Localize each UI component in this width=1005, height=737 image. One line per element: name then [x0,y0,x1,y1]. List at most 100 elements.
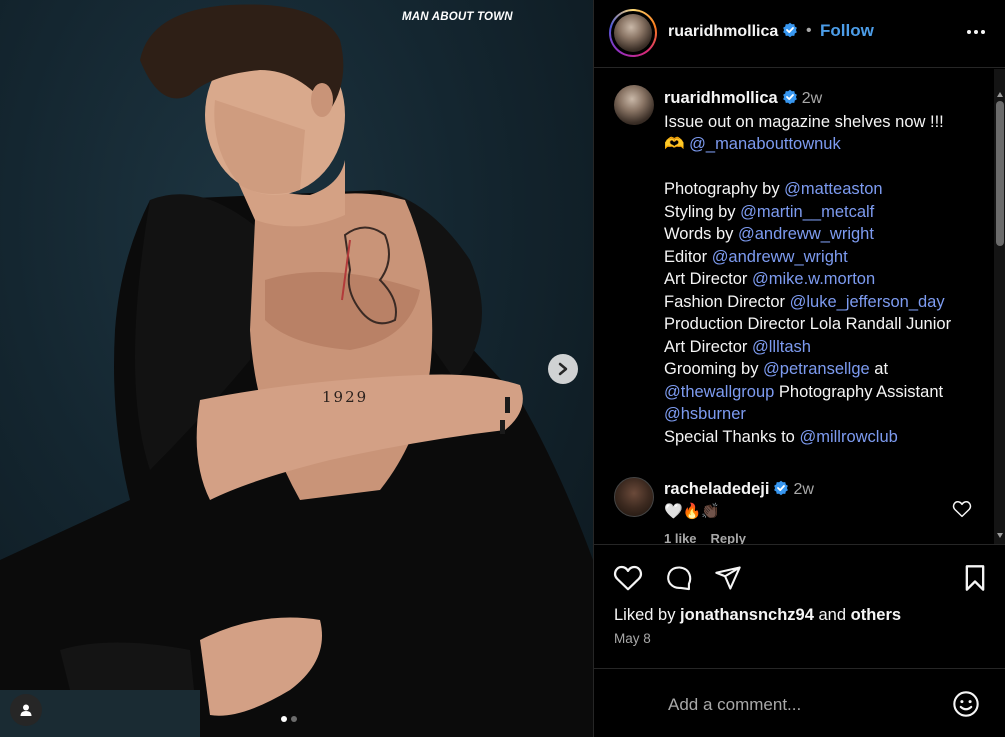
heart-icon [952,501,972,518]
caption-mention-link[interactable]: @millrowclub [799,428,897,446]
more-horizontal-icon [967,30,985,34]
caption-text: Art Director [664,270,753,288]
caption-line [664,156,984,179]
caption-mention-link[interactable]: @hsburner [664,405,746,423]
more-options-button[interactable] [965,22,987,47]
comment-bubble-icon [667,566,692,591]
next-photo-button[interactable] [548,354,578,384]
chest-tattoo-text: 1929 [322,388,369,406]
post-action-bar [594,560,1005,600]
add-comment-bar [594,668,1005,737]
caption-text: Production Director Lola Randall Junior [664,315,952,333]
tagged-users-button[interactable] [10,694,42,726]
comment: racheladedeji 2w 🤍🔥👏🏿 [664,478,814,523]
carousel-dot [291,716,297,722]
caption-mention-link[interactable]: @andreww_wright [738,225,874,243]
comment-text: 🤍🔥👏🏿 [664,503,721,520]
post-date[interactable]: May 8 [614,631,651,646]
caption-mention-link[interactable]: @_manabouttownuk [689,135,841,153]
emoji-button[interactable] [952,690,980,723]
caption-text: Photography by [664,180,785,198]
story-ring-avatar[interactable] [609,9,657,57]
comment-input[interactable] [668,693,928,717]
verified-badge-icon [782,89,797,105]
caption-mention-link[interactable]: @luke_jefferson_day [790,293,945,311]
caption-line: Art Director @llltash [664,336,984,359]
caption-text: Art Director [664,337,753,356]
caption-author-avatar[interactable] [614,85,654,125]
comment-username[interactable]: racheladedeji [664,480,769,498]
caption-line: Art Director @mike.w.morton [664,268,984,291]
post-photo[interactable]: MAN ABOUT TOWN 1929 [0,0,593,737]
scroll-up-arrow[interactable] [997,92,1003,97]
caption-text: at [869,360,889,378]
comment-like-button[interactable] [952,500,972,523]
comments-scroll-area[interactable]: ruaridhmollica 2w Issue out on magazine s… [594,69,1005,545]
carousel-dot-active [281,716,287,722]
caption-line: Photography by @matteaston [664,178,984,201]
caption-line: @thewallgroup Photography Assistant [664,381,984,404]
caption-line: Special Thanks to @millrowclub [664,426,984,449]
emoji-icon [953,691,979,717]
caption-body: Issue out on magazine shelves now !!! 🫶 @… [664,111,984,449]
caption-line: Grooming by @petransellge at [664,358,984,381]
liked-by-user[interactable]: jonathansnchz94 [680,606,814,624]
caption-mention-link[interactable]: @matteaston [784,180,882,198]
caption-mention-link[interactable]: @llltash [752,338,811,356]
liked-by-others[interactable]: others [851,606,901,624]
caption-text: Words by [664,225,738,243]
caption-line: Production Director Lola Randall Junior [664,313,984,336]
caption-text: Fashion Director [664,292,790,311]
caption-line: Editor @andreww_wright [664,246,984,269]
user-icon [20,704,32,716]
caption-text: Special Thanks to [664,427,800,446]
caption-mention-link[interactable]: @thewallgroup [664,383,774,401]
comment-timestamp: 2w [793,481,814,498]
share-button[interactable] [714,564,742,597]
caption-line: Words by @andreww_wright [664,223,984,246]
post-caption: ruaridhmollica 2w Issue out on magazine s… [664,87,984,448]
post-side-panel: ruaridhmollica • Follow ruaridhmollica 2w… [593,0,1005,737]
comment-meta: 1 like Reply [664,531,746,544]
caption-mention-link[interactable]: @mike.w.morton [752,270,875,288]
separator-dot: • [806,22,812,39]
caption-text: Photography Assistant [774,382,944,401]
scrollbar-thumb[interactable] [996,101,1004,246]
likes-summary: Liked by jonathansnchz94 and others [614,606,901,625]
carousel-indicator [281,716,297,722]
caption-line: Issue out on magazine shelves now !!! [664,111,984,134]
comment-button[interactable] [664,564,694,597]
scroll-down-arrow[interactable] [997,533,1003,538]
header-username[interactable]: ruaridhmollica [668,23,778,40]
comment-likes-count[interactable]: 1 like [664,531,697,544]
save-button[interactable] [962,564,988,597]
caption-text: Styling by [664,202,741,221]
caption-mention-link[interactable]: @andreww_wright [712,248,848,266]
caption-line: Fashion Director @luke_jefferson_day [664,291,984,314]
caption-text: Issue out on magazine shelves now !!! [664,112,944,131]
caption-mention-link[interactable]: @martin__metcalf [740,203,874,221]
caption-line: Styling by @martin__metcalf [664,201,984,224]
commenter-avatar[interactable] [614,477,654,517]
caption-line: @hsburner [664,403,984,426]
heart-icon [613,565,643,591]
verified-badge-icon [783,22,798,38]
photo-illustration [0,4,593,737]
caption-line: 🫶 @_manabouttownuk [664,133,984,156]
post-header: ruaridhmollica • Follow [594,0,1005,68]
caption-mention-link[interactable]: @petransellge [763,360,870,378]
liked-by-and: and [813,606,851,624]
comment-reply-button[interactable]: Reply [711,531,746,544]
bookmark-icon [965,565,985,591]
follow-button[interactable]: Follow [820,21,874,41]
magazine-logo: MAN ABOUT TOWN [402,11,513,23]
verified-badge-icon [774,480,789,496]
chevron-right-icon [558,362,568,376]
caption-timestamp: 2w [801,90,823,107]
caption-text: Grooming by [664,360,764,378]
send-icon [715,566,741,590]
liked-by-prefix: Liked by [614,606,681,624]
caption-username[interactable]: ruaridhmollica [664,89,778,107]
like-button[interactable] [613,564,643,597]
caption-text: Editor [664,247,712,266]
